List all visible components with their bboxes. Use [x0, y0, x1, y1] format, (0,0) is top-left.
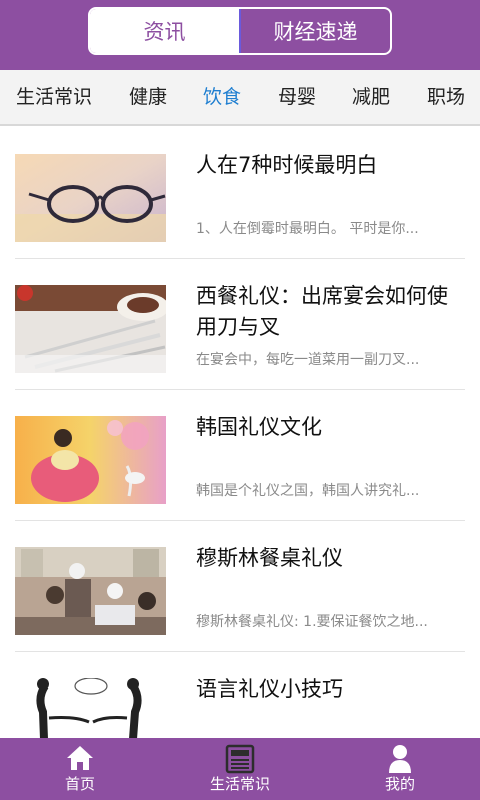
- bottom-nav: 首页 生活常识 我的: [0, 738, 480, 800]
- home-icon: [67, 746, 93, 770]
- article-title: 西餐礼仪：出席宴会如何使用刀与叉: [196, 284, 448, 339]
- category-tab-maternal-infant[interactable]: 母婴: [278, 70, 316, 124]
- top-bar: 资讯 财经速递: [0, 0, 480, 70]
- nav-life-tips[interactable]: 生活常识: [160, 738, 320, 800]
- article-thumbnail-muslim-dining: [15, 547, 166, 635]
- tab-finance-express[interactable]: 财经速递: [239, 9, 390, 53]
- tab-news[interactable]: 资讯: [90, 9, 239, 53]
- article-summary: 1、人在倒霉时最明白。 平时是你...: [196, 221, 419, 237]
- category-tab-weight-loss[interactable]: 减肥: [352, 70, 390, 124]
- segmented-control: 资讯 财经速递: [88, 7, 392, 55]
- article-item[interactable]: 穆斯林餐桌礼仪 穆斯林餐桌礼仪: 1.要保证餐饮之地...: [15, 521, 465, 652]
- nav-home-label: 首页: [64, 775, 95, 793]
- category-tab-health[interactable]: 健康: [129, 70, 167, 124]
- article-thumbnail-korean-etiquette: [15, 416, 166, 504]
- article-summary: 在宴会中，每吃一道菜用一副刀叉...: [196, 352, 420, 368]
- article-thumbnail-language-etiquette: [15, 678, 166, 738]
- article-title: 穆斯林餐桌礼仪: [196, 546, 343, 570]
- category-bar: 生活常识 健康 饮食 母婴 减肥 职场: [0, 70, 480, 126]
- nav-life-tips-label: 生活常识: [209, 775, 270, 793]
- article-title: 语言礼仪小技巧: [196, 677, 343, 701]
- nav-profile-label: 我的: [384, 775, 415, 793]
- category-tab-workplace[interactable]: 职场: [427, 70, 465, 124]
- user-icon: [389, 745, 411, 773]
- nav-profile[interactable]: 我的: [320, 738, 480, 800]
- article-thumbnail-glasses: [15, 154, 166, 242]
- article-list: 人在7种时候最明白 1、人在倒霉时最明白。 平时是你... 西餐礼仪：出席宴会如…: [0, 128, 480, 738]
- article-thumbnail-cutlery: [15, 285, 166, 373]
- article-title: 人在7种时候最明白: [196, 153, 378, 177]
- article-item[interactable]: 人在7种时候最明白 1、人在倒霉时最明白。 平时是你...: [15, 128, 465, 259]
- nav-home[interactable]: 首页: [0, 738, 160, 800]
- newspaper-icon: [225, 744, 255, 774]
- article-title: 韩国礼仪文化: [196, 415, 322, 439]
- article-summary: 韩国是个礼仪之国，韩国人讲究礼...: [196, 483, 420, 499]
- article-item[interactable]: 韩国礼仪文化 韩国是个礼仪之国，韩国人讲究礼...: [15, 390, 465, 521]
- article-item[interactable]: 西餐礼仪：出席宴会如何使用刀与叉 在宴会中，每吃一道菜用一副刀叉...: [15, 259, 465, 390]
- category-tab-diet[interactable]: 饮食: [203, 70, 241, 124]
- category-tab-life-tips[interactable]: 生活常识: [16, 70, 92, 124]
- article-item[interactable]: 语言礼仪小技巧: [15, 652, 465, 738]
- article-summary: 穆斯林餐桌礼仪: 1.要保证餐饮之地...: [196, 614, 428, 630]
